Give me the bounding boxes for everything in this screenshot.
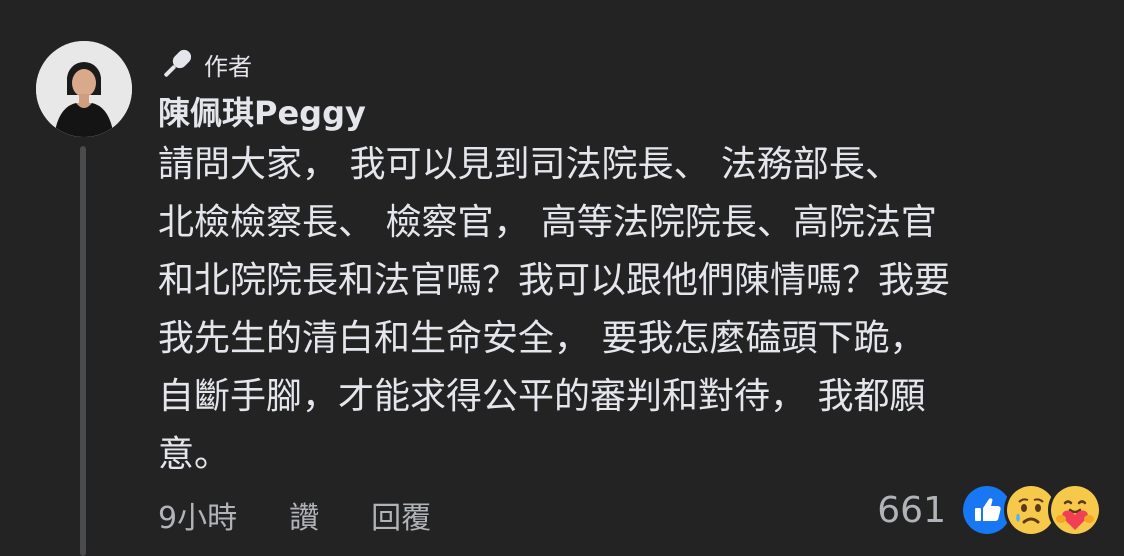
comment-text: 請問大家， 我可以見到司法院長、 法務部長、 北檢檢察長、 檢察官， 高等法院院… — [158, 136, 1098, 484]
comment-line: 我先生的清白和生命安全， 要我怎麼磕頭下跪， — [158, 318, 926, 359]
reply-thread-line — [80, 146, 86, 556]
author-badge: 作者 — [158, 44, 252, 84]
reactions-summary[interactable]: 661 — [877, 483, 1102, 537]
avatar-photo — [36, 41, 132, 137]
comment-line: 北檢檢察長、 檢察官， 高等法院院長、高院法官 — [158, 202, 937, 243]
author-name-link[interactable]: 陳佩琪Peggy — [158, 88, 366, 134]
timestamp-link[interactable]: 9小時 — [158, 493, 237, 537]
author-avatar[interactable] — [36, 41, 132, 137]
reply-button[interactable]: 回覆 — [371, 493, 431, 537]
author-badge-label: 作者 — [204, 52, 252, 81]
microphone-icon — [164, 49, 192, 77]
like-button[interactable]: 讚 — [289, 493, 319, 537]
comment-line: 和北院院長和法官嗎？我可以跟他們陳情嗎？我要 — [158, 260, 951, 301]
care-reaction-icon — [1048, 483, 1102, 537]
comment-line: 自斷手腳，才能求得公平的審判和對待， 我都願 — [158, 376, 926, 417]
reaction-icons — [960, 483, 1102, 537]
comment-actions: 9小時 讚 回覆 — [158, 490, 483, 540]
comment-line: 意。 — [158, 434, 231, 475]
comment-line: 請問大家， 我可以見到司法院長、 法務部長、 — [158, 144, 901, 185]
reaction-count: 661 — [877, 489, 946, 531]
